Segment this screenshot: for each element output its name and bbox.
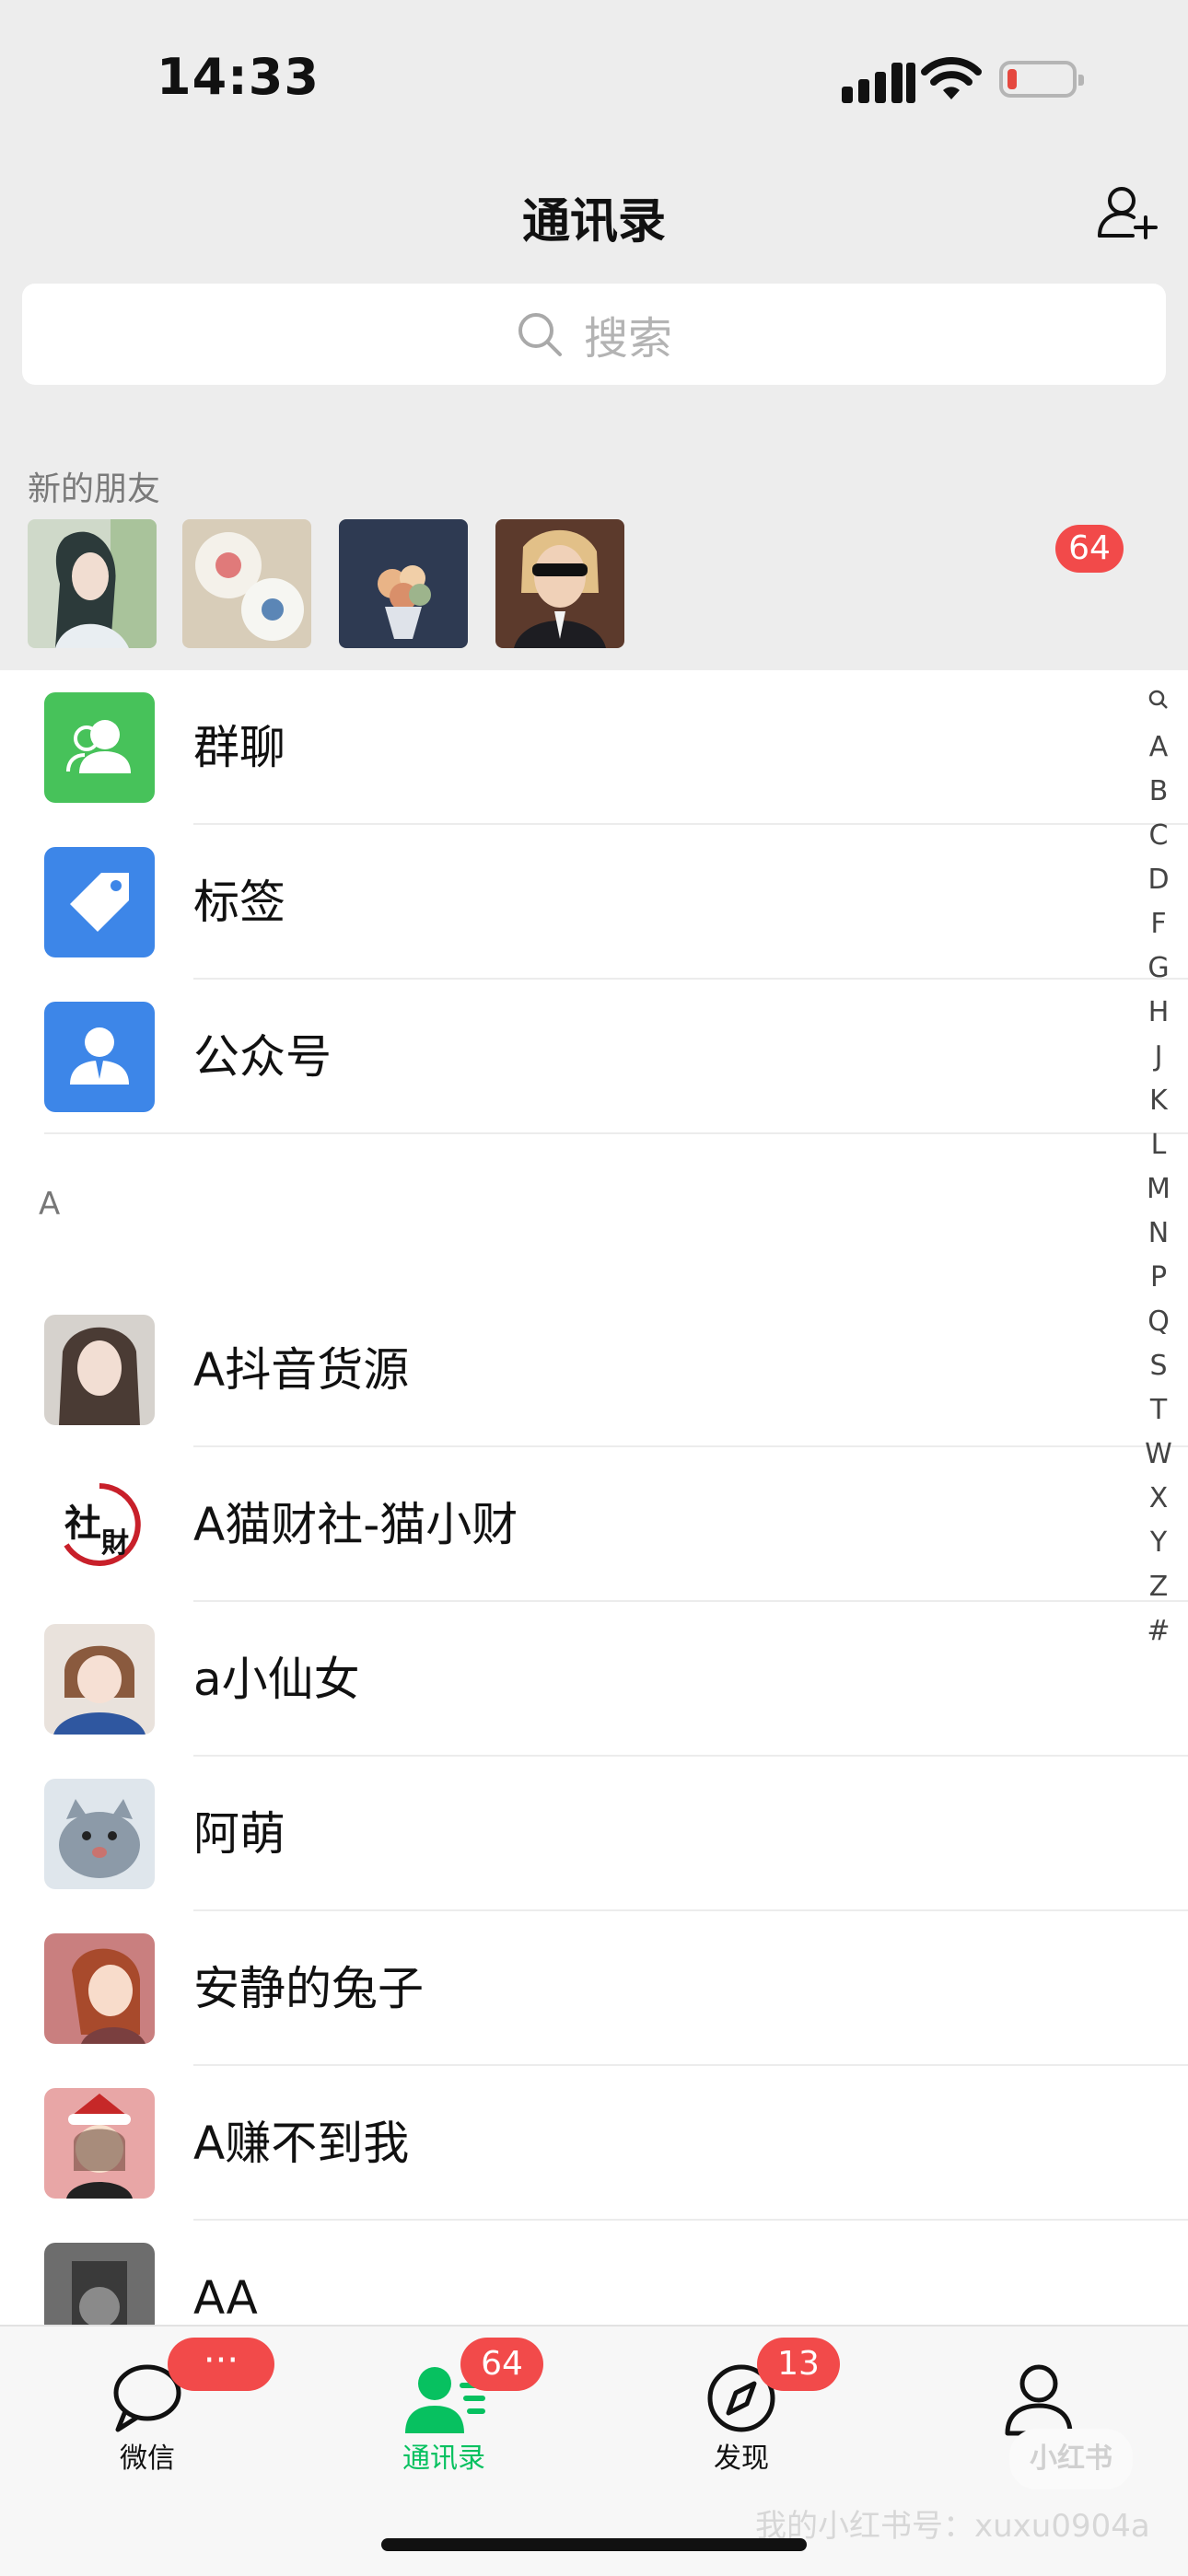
contact-row[interactable]: 安静的兔子 (0, 1911, 1188, 2066)
index-letter[interactable]: # (1135, 1609, 1182, 1654)
contact-list[interactable]: 群聊 标签 公众号 A A抖音货源 社 財 A猫财社-猫小财 a小仙女 阿萌 安… (0, 670, 1188, 2325)
contact-name: a小仙女 (193, 1653, 360, 1706)
index-letter[interactable]: M (1135, 1167, 1182, 1212)
new-friends-badge: 64 (1055, 525, 1124, 573)
index-letter[interactable]: A (1135, 725, 1182, 770)
watermark-logo: 小红书 (1009, 2429, 1133, 2489)
index-letter[interactable]: K (1135, 1079, 1182, 1123)
index-letter[interactable]: G (1135, 946, 1182, 991)
group-chat-label: 群聊 (193, 721, 285, 774)
wifi-icon (921, 57, 982, 99)
search-icon (518, 313, 562, 356)
tag-icon (44, 847, 155, 957)
home-indicator (381, 2538, 807, 2551)
svg-text:財: 財 (101, 1527, 129, 1560)
svg-text:社: 社 (64, 1502, 101, 1545)
alphabet-index[interactable]: A B C D F G H J K L M N P Q S T W X Y Z … (1135, 681, 1182, 1654)
contact-name: 阿萌 (193, 1807, 285, 1861)
group-chat-icon (44, 692, 155, 803)
contact-name: A赚不到我 (193, 2117, 410, 2170)
index-letter[interactable]: Y (1135, 1521, 1182, 1565)
index-letter[interactable]: B (1135, 770, 1182, 814)
status-bar: 14:33 (0, 0, 1188, 147)
contact-row[interactable]: 社 財 A猫财社-猫小财 (0, 1447, 1188, 1602)
index-letter[interactable]: P (1135, 1256, 1182, 1300)
contacts-badge: 64 (460, 2338, 543, 2391)
new-friend-avatar[interactable] (495, 519, 624, 648)
chats-badge: ··· (168, 2338, 274, 2391)
official-accounts-row[interactable]: 公众号 (0, 980, 1188, 1134)
contact-name: A抖音货源 (193, 1343, 410, 1397)
official-accounts-label: 公众号 (193, 1030, 332, 1084)
new-friends-label: 新的朋友 (28, 470, 161, 508)
battery-icon (999, 61, 1084, 98)
section-letter: A (39, 1186, 61, 1223)
new-friend-avatar[interactable] (339, 519, 468, 648)
contact-name: A猫财社-猫小财 (193, 1498, 518, 1551)
tags-row[interactable]: 标签 (0, 825, 1188, 980)
index-letter[interactable]: S (1135, 1344, 1182, 1388)
contact-avatar (44, 1779, 155, 1889)
add-friend-icon[interactable] (1096, 180, 1159, 243)
contact-row[interactable]: AA (0, 2221, 1188, 2325)
contact-avatar (44, 1315, 155, 1425)
index-letter[interactable]: J (1135, 1035, 1182, 1079)
contact-row[interactable]: A抖音货源 (0, 1293, 1188, 1447)
contact-avatar (44, 2088, 155, 2199)
official-account-icon (44, 1002, 155, 1112)
index-letter[interactable]: F (1135, 902, 1182, 946)
tab-label: 通讯录 (402, 2443, 485, 2475)
contact-row[interactable]: A赚不到我 (0, 2066, 1188, 2221)
section-header: A (0, 1134, 1188, 1226)
contact-name: AA (193, 2271, 258, 2325)
status-time: 14:33 (157, 48, 320, 106)
search-placeholder: 搜索 (583, 313, 672, 365)
contact-avatar (44, 1933, 155, 2044)
new-friend-avatar[interactable] (182, 519, 311, 648)
index-letter[interactable]: L (1135, 1123, 1182, 1167)
tab-label: 发现 (714, 2443, 769, 2475)
index-letter[interactable]: T (1135, 1388, 1182, 1433)
index-letter[interactable]: N (1135, 1212, 1182, 1256)
search-bar[interactable]: 搜索 (22, 284, 1166, 385)
contact-avatar: 社 財 (44, 1469, 155, 1580)
index-letter[interactable]: X (1135, 1477, 1182, 1521)
contact-name: 安静的兔子 (193, 1962, 424, 2015)
tab-label: 微信 (120, 2443, 175, 2475)
contact-row[interactable]: 阿萌 (0, 1757, 1188, 1911)
index-letter[interactable]: W (1135, 1433, 1182, 1477)
index-letter[interactable]: H (1135, 991, 1182, 1035)
watermark-text: 我的小红书号：xuxu0904a (755, 2508, 1150, 2545)
contact-avatar (44, 1624, 155, 1735)
index-letter[interactable]: C (1135, 814, 1182, 858)
index-letter[interactable]: Z (1135, 1565, 1182, 1609)
contact-row[interactable]: a小仙女 (0, 1602, 1188, 1757)
new-friend-avatar[interactable] (28, 519, 157, 648)
index-letter[interactable]: Q (1135, 1300, 1182, 1344)
group-chat-row[interactable]: 群聊 (0, 670, 1188, 825)
discover-badge: 13 (757, 2338, 840, 2391)
cellular-signal-icon (842, 63, 917, 103)
page-title: 通讯录 (521, 194, 666, 249)
contact-avatar (44, 2243, 155, 2325)
tags-label: 标签 (193, 876, 285, 929)
index-search-icon[interactable] (1135, 681, 1182, 725)
index-letter[interactable]: D (1135, 858, 1182, 902)
